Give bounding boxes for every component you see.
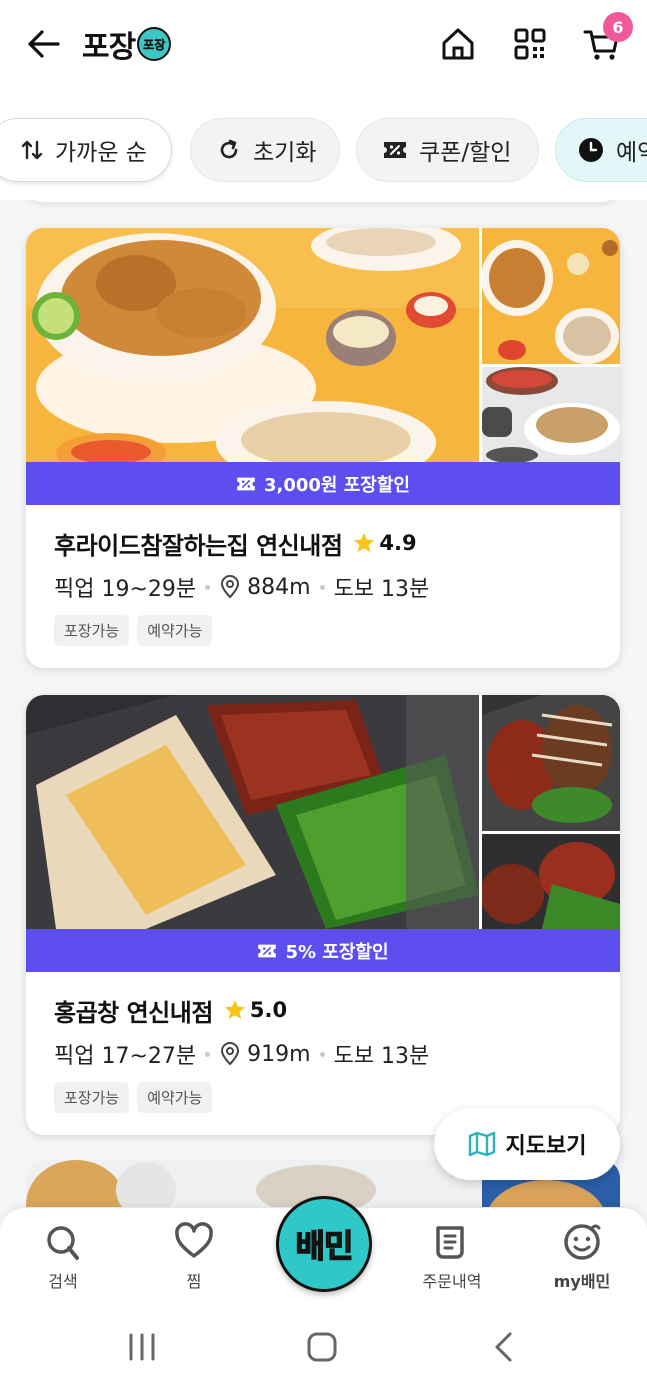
walk-time: 도보 13분 <box>333 1044 430 1069</box>
filter-bar: 가까운 순 초기화 쿠폰/할인 예약 <box>0 100 647 200</box>
store-rating: 5.0 <box>249 998 288 1022</box>
baemin-home-button[interactable]: 배민 <box>276 1196 372 1292</box>
clock-icon <box>579 138 603 162</box>
separator-dot <box>205 584 211 590</box>
nav-my-label: my배민 <box>553 1272 611 1291</box>
store-side-photo-2 <box>482 834 620 929</box>
store-main-photo <box>26 228 479 462</box>
store-card[interactable]: 3,000원 포장할인 후라이드참잘하는집 연신내점 4.9 픽업 19~29분… <box>26 228 620 668</box>
map-view-button[interactable]: 지도보기 <box>434 1108 620 1180</box>
reset-chip[interactable]: 초기화 <box>190 118 340 182</box>
sort-chip-label: 가까운 순 <box>55 140 147 166</box>
sort-chip[interactable]: 가까운 순 <box>0 118 172 182</box>
tag-reservation: 예약가능 <box>137 1082 213 1113</box>
reservation-chip-label: 예약 <box>616 140 647 166</box>
nav-my[interactable]: my배민 <box>527 1222 637 1292</box>
location-pin-icon <box>221 575 240 599</box>
refresh-icon <box>220 139 238 159</box>
walk-time: 도보 13분 <box>333 577 430 602</box>
qr-code-icon[interactable] <box>510 24 550 64</box>
map-view-label: 지도보기 <box>505 1134 587 1159</box>
tag-reservation: 예약가능 <box>137 615 213 646</box>
coupon-chip-label: 쿠폰/할인 <box>419 140 512 166</box>
store-photo-gallery <box>26 228 620 462</box>
cart-count-badge: 6 <box>603 12 633 42</box>
discount-promo-bar: 5% 포장할인 <box>26 929 620 972</box>
nav-search[interactable]: 검색 <box>8 1222 118 1292</box>
system-navigation-bar <box>0 1307 647 1387</box>
store-distance: 919m <box>247 1041 311 1067</box>
store-info: 홍곱창 연신내점 5.0 픽업 17~27분 919m 도보 13분 포장가능 <box>26 972 620 1113</box>
location-pin-icon <box>221 1042 240 1066</box>
store-main-photo <box>26 695 479 929</box>
coupon-chip[interactable]: 쿠폰/할인 <box>356 118 539 182</box>
page-logo: 포장 포장 <box>82 22 172 66</box>
reset-chip-label: 초기화 <box>253 140 317 166</box>
logo-badge: 포장 <box>137 27 172 61</box>
store-distance: 884m <box>247 574 311 600</box>
screen: 포장 포장 6 가까운 순 초기화 쿠폰/할인 예 3,000원 포장할인 후라… <box>0 0 647 1387</box>
store-card[interactable]: 5% 포장할인 홍곱창 연신내점 5.0 픽업 17~27분 919m 도보 1… <box>26 695 620 1135</box>
home-icon[interactable] <box>438 24 478 64</box>
sort-icon <box>21 140 43 160</box>
tag-takeout: 포장가능 <box>54 1082 130 1113</box>
separator-dot <box>319 1051 325 1057</box>
store-side-photo-2 <box>482 367 620 462</box>
separator-dot <box>205 1051 211 1057</box>
back-arrow-icon[interactable] <box>24 26 64 62</box>
store-meta: 픽업 19~29분 884m 도보 13분 <box>54 569 592 605</box>
system-back-icon[interactable] <box>488 1331 520 1363</box>
app-header: 포장 포장 6 <box>0 0 647 100</box>
store-photo-gallery <box>26 695 620 929</box>
store-meta: 픽업 17~27분 919m 도보 13분 <box>54 1036 592 1072</box>
store-rating: 4.9 <box>379 531 417 555</box>
map-icon <box>468 1131 495 1157</box>
search-icon <box>47 1226 79 1260</box>
nav-search-label: 검색 <box>48 1272 78 1291</box>
nav-orders[interactable]: 주문내역 <box>397 1222 507 1292</box>
coupon-icon <box>237 477 255 490</box>
pickup-time: 픽업 17~27분 <box>54 1044 197 1069</box>
star-icon <box>224 1000 245 1019</box>
home-button-icon[interactable] <box>306 1331 338 1363</box>
coupon-icon <box>258 944 277 957</box>
pickup-time: 픽업 19~29분 <box>54 577 197 602</box>
star-icon <box>354 533 375 552</box>
logo-text: 포장 <box>82 30 136 65</box>
discount-promo-text: 5% 포장할인 <box>285 941 389 963</box>
smiley-profile-icon <box>564 1224 601 1260</box>
coupon-icon <box>384 142 406 158</box>
recent-apps-icon[interactable] <box>126 1331 158 1363</box>
separator-dot <box>319 584 325 590</box>
receipt-icon <box>436 1226 464 1259</box>
discount-promo-bar: 3,000원 포장할인 <box>26 462 620 505</box>
nav-wishlist-label: 찜 <box>186 1272 202 1291</box>
store-info: 후라이드참잘하는집 연신내점 4.9 픽업 19~29분 884m 도보 13분… <box>26 505 620 646</box>
tag-takeout: 포장가능 <box>54 615 130 646</box>
store-name: 후라이드참잘하는집 연신내점 <box>54 531 343 560</box>
nav-wishlist[interactable]: 찜 <box>139 1222 249 1292</box>
store-side-photo-1 <box>482 228 620 364</box>
discount-promo-text: 3,000원 포장할인 <box>263 474 410 496</box>
baemin-home-label: 배민 <box>295 1226 354 1266</box>
store-tags: 포장가능 예약가능 <box>54 615 592 646</box>
heart-icon <box>175 1222 213 1258</box>
store-name: 홍곱창 연신내점 <box>54 998 213 1027</box>
store-side-photo-1 <box>482 695 620 831</box>
nav-orders-label: 주문내역 <box>422 1272 482 1291</box>
reservation-chip[interactable]: 예약 <box>555 118 647 182</box>
